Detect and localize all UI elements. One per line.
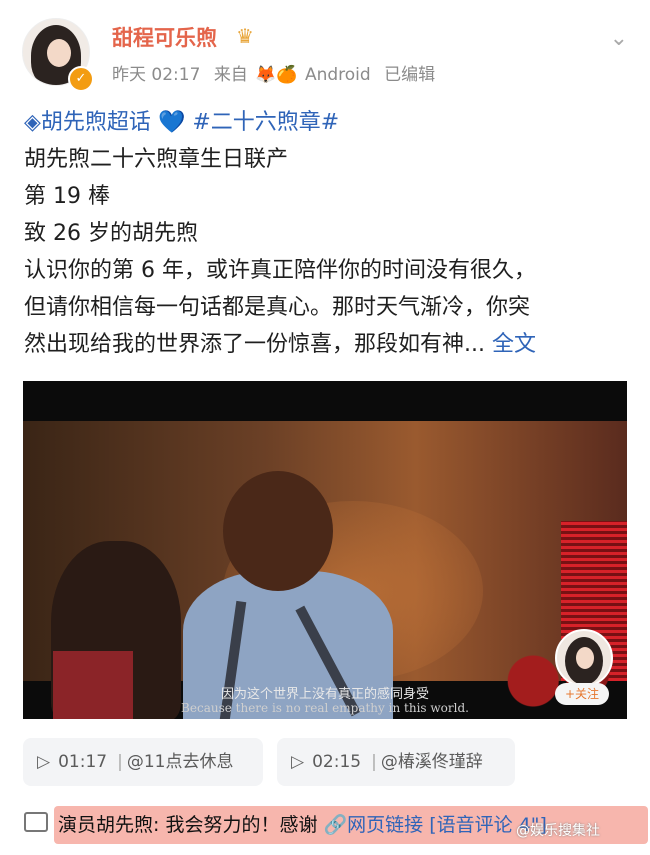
topic-line: ◈胡先煦超话 💙 #二十六煦章# xyxy=(24,104,624,141)
post-time: 昨天 02:17 xyxy=(112,65,201,85)
video-chips: ▷ 01:17 | @11点去休息 ▷ 02:15 | @椿溪佟瑾辞 xyxy=(23,738,627,786)
post-meta: 昨天 02:17 来自 🦊🍊 Android 已编辑 xyxy=(112,60,443,85)
post-line: 第 19 棒 xyxy=(24,184,110,209)
post-line: 然出现给我的世界添了一份惊喜，那段如有神... xyxy=(24,332,485,357)
super-topic-link[interactable]: 胡先煦超话 xyxy=(41,110,151,135)
post-line: 致 26 岁的胡先煦 xyxy=(24,221,198,246)
post-line-last: 然出现给我的世界添了一份惊喜，那段如有神... 全文 xyxy=(24,326,624,363)
chevron-down-icon[interactable]: ⌄ xyxy=(610,26,628,51)
crown-icon: ♛ xyxy=(236,24,254,48)
video-player[interactable]: 因为这个世界上没有真正的感同身受 Because there is no rea… xyxy=(23,381,627,719)
video-chip[interactable]: ▷ 01:17 | @11点去休息 xyxy=(23,738,263,786)
web-link[interactable]: 网页链接 xyxy=(347,814,423,836)
post-line: 但请你相信每一句话都是真心。那时天气渐冷，你突 xyxy=(24,295,531,320)
source-name: Android xyxy=(304,65,371,85)
username[interactable]: 甜程可乐煦 xyxy=(112,22,217,52)
post-line: 认识你的第 6 年，或许真正陪伴你的时间没有很久， xyxy=(24,258,536,283)
source-prefix: 来自 xyxy=(213,65,248,85)
link-icon: 🔗 xyxy=(323,814,348,836)
comment-icon xyxy=(24,812,48,832)
comment-text: 演员胡先煦: 我会努力的！感谢 xyxy=(58,814,318,836)
super-topic-icon: ◈ xyxy=(24,110,41,135)
chip-label: @椿溪佟瑾辞 xyxy=(380,752,483,772)
source-icons: 🦊🍊 xyxy=(255,65,298,85)
post-header: ✓ 甜程可乐煦 ♛ 昨天 02:17 来自 🦊🍊 Android 已编辑 ⌄ xyxy=(0,0,650,100)
verified-icon: ✓ xyxy=(68,66,94,92)
video-chip[interactable]: ▷ 02:15 | @椿溪佟瑾辞 xyxy=(277,738,515,786)
follow-button[interactable]: +关注 xyxy=(555,683,609,705)
hashtag-link[interactable]: #二十六煦章# xyxy=(192,110,339,135)
chip-time: 01:17 xyxy=(58,752,108,772)
subtitle-chinese: 因为这个世界上没有真正的感同身受 xyxy=(220,687,429,702)
post-body: ◈胡先煦超话 💙 #二十六煦章# 胡先煦二十六煦章生日联产 第 19 棒 致 2… xyxy=(24,104,624,363)
post-line: 胡先煦二十六煦章生日联产 xyxy=(24,147,289,172)
read-more-link[interactable]: 全文 xyxy=(492,332,536,357)
edited-label: 已编辑 xyxy=(384,65,436,85)
chip-time: 02:15 xyxy=(312,752,362,772)
video-frame xyxy=(23,421,627,719)
uploader-avatar[interactable] xyxy=(555,629,613,687)
comment-text-row: 演员胡先煦: 我会努力的！感谢 🔗网页链接 [语音评论 4"] xyxy=(58,810,547,837)
play-icon: ▷ xyxy=(291,752,305,772)
chip-label: @11点去休息 xyxy=(126,752,234,772)
subtitle-english: Because there is no real empathy in this… xyxy=(181,701,469,715)
watermark: @娱乐搜集社 xyxy=(516,823,600,839)
blue-heart-icon: 💙 xyxy=(157,110,193,135)
play-icon: ▷ xyxy=(37,752,51,772)
